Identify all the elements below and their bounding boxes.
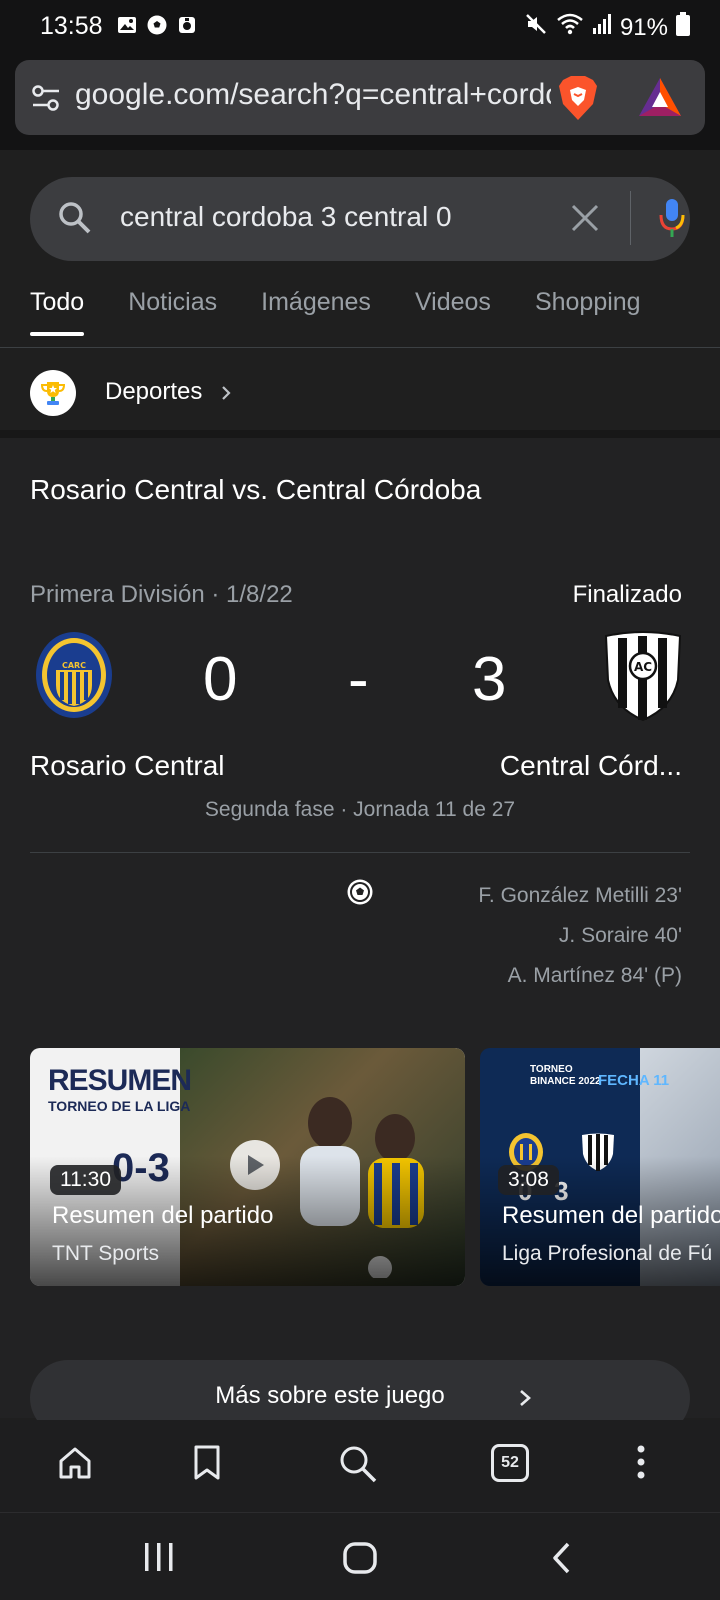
- tab-noticias[interactable]: Noticias: [128, 288, 217, 336]
- chevron-right-icon: [518, 1388, 532, 1413]
- sports-link[interactable]: Deportes: [0, 348, 720, 438]
- system-nav-bar: [0, 1512, 720, 1600]
- tab-todo[interactable]: Todo: [30, 288, 85, 336]
- more-icon[interactable]: [636, 1444, 646, 1485]
- clock: 13:58: [40, 12, 103, 40]
- tab-videos[interactable]: Videos: [415, 288, 491, 336]
- search-box[interactable]: central cordoba 3 central 0: [30, 177, 690, 261]
- tabs-icon[interactable]: 52: [491, 1444, 529, 1482]
- svg-text:AC: AC: [634, 660, 652, 674]
- tab-shopping[interactable]: Shopping: [535, 288, 641, 336]
- home-button-icon[interactable]: [342, 1541, 378, 1580]
- recents-icon[interactable]: [142, 1541, 176, 1578]
- thumb-title: FECHA 11: [598, 1072, 670, 1089]
- video-source: Liga Profesional de Fú: [502, 1242, 713, 1265]
- search-icon[interactable]: [338, 1444, 378, 1489]
- thumb-title: RESUMEN: [48, 1064, 192, 1097]
- section-divider: [0, 430, 720, 438]
- search-icon: [56, 199, 94, 242]
- scorer: J. Soraire 40': [558, 924, 682, 947]
- address-bar[interactable]: google.com/search?q=central+cordoba+3+ce…: [15, 60, 705, 135]
- match-stage: Segunda fase · Jornada 11 de 27: [204, 798, 516, 821]
- brave-shields-icon[interactable]: [555, 74, 601, 127]
- thumb-subtitle: TORNEO DE LA LIGA: [48, 1098, 191, 1114]
- scorer: F. González Metilli 23': [478, 884, 682, 907]
- trophy-icon: [30, 370, 76, 416]
- search-input[interactable]: central cordoba 3 central 0: [120, 201, 510, 233]
- competition-date: Primera División · 1/8/22: [30, 581, 293, 608]
- goal-ball-icon: [346, 878, 374, 911]
- video-source: TNT Sports: [52, 1242, 159, 1265]
- browser-toolbar: google.com/search?q=central+cordoba+3+ce…: [0, 52, 720, 150]
- scorer: A. Martínez 84' (P): [507, 964, 682, 987]
- home-score: 0: [203, 645, 238, 714]
- match-status: Finalizado: [572, 581, 682, 608]
- sports-label[interactable]: Deportes: [105, 378, 202, 406]
- chevron-right-icon: [220, 384, 232, 407]
- away-scorers: F. González Metilli 23' J. Soraire 40' A…: [478, 876, 682, 996]
- away-score: 3: [472, 645, 507, 714]
- search-tabs: Todo Noticias Imágenes Videos Shopping: [30, 288, 685, 338]
- video-title[interactable]: Resumen del partido: [52, 1202, 273, 1230]
- match-card: Rosario Central vs. Central Córdoba Prim…: [0, 438, 720, 1418]
- clear-icon[interactable]: [570, 203, 600, 238]
- mic-icon[interactable]: [658, 197, 686, 244]
- tab-imagenes[interactable]: Imágenes: [261, 288, 371, 336]
- divider: [630, 191, 631, 245]
- video-title[interactable]: Resumen del partido: [502, 1202, 720, 1230]
- bookmark-icon[interactable]: [192, 1444, 222, 1487]
- video-duration: 11:30: [50, 1165, 121, 1195]
- central-cordoba-logo[interactable]: AC: [602, 630, 684, 727]
- back-icon[interactable]: [550, 1541, 574, 1580]
- mute-icon: [524, 12, 548, 43]
- soccer-ball-icon: [146, 14, 168, 36]
- url-text[interactable]: google.com/search?q=central+cordoba+3+ce…: [75, 78, 551, 112]
- bottom-toolbar: 52: [0, 1420, 720, 1512]
- battery-icon: [676, 12, 690, 43]
- home-team-name[interactable]: Rosario Central: [30, 750, 225, 782]
- home-icon[interactable]: [56, 1444, 94, 1487]
- more-button-label: Más sobre este juego: [215, 1382, 445, 1409]
- rosario-central-logo[interactable]: CARC: [34, 630, 114, 725]
- wifi-icon: [556, 12, 584, 43]
- screen-record-icon: [176, 14, 198, 36]
- match-title[interactable]: Rosario Central vs. Central Córdoba: [30, 474, 481, 506]
- card-divider: [30, 852, 690, 853]
- image-icon: [116, 14, 138, 36]
- away-team-name[interactable]: Central Córd...: [500, 750, 682, 782]
- score-separator: -: [348, 645, 369, 714]
- svg-text:CARC: CARC: [62, 661, 86, 670]
- video-card[interactable]: RESUMEN TORNEO DE LA LIGA 0-3 11:30 Resu…: [30, 1048, 465, 1286]
- video-duration: 3:08: [498, 1165, 559, 1195]
- site-settings-icon[interactable]: [31, 84, 61, 117]
- battery-level: 91%: [619, 13, 668, 41]
- video-card[interactable]: TORNEO BINANCE 2022 FECHA 11 0 3 3:08 Re…: [480, 1048, 720, 1286]
- brave-rewards-icon[interactable]: [637, 76, 683, 123]
- signal-icon: [592, 13, 612, 42]
- status-bar: 13:58 91%: [0, 0, 720, 52]
